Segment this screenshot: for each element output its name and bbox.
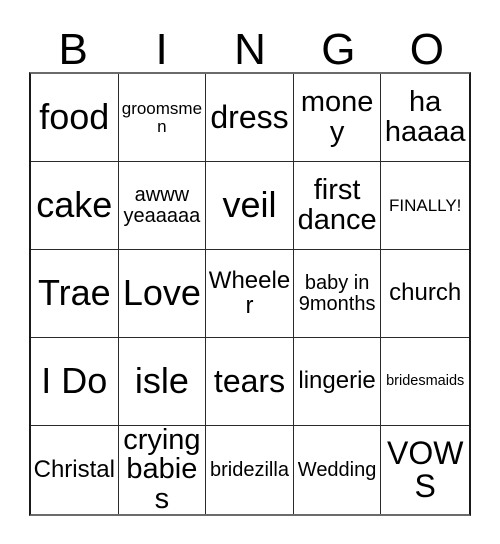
header-letter-o: O [409,25,444,74]
bingo-cell[interactable]: cake [31,162,119,250]
bingo-cell[interactable]: Trae [31,250,119,338]
bingo-cell-label: cake [36,184,113,226]
bingo-cell-label: veil [222,184,277,226]
bingo-cell[interactable]: I Do [31,338,119,426]
bingo-cell[interactable]: isle [118,338,207,426]
bingo-cell-label: bridezilla [210,458,289,481]
bingo-cell-label: Christal [33,455,115,483]
bingo-cell[interactable]: baby in 9months [293,250,382,338]
bingo-cell-label: money [300,85,374,148]
bingo-cell-label: Wheeler [208,267,291,319]
bingo-cell-label: baby in 9months [298,272,376,315]
header-cell-i: I [117,16,205,72]
bingo-cell[interactable]: money [293,74,382,162]
bingo-cell[interactable]: VOWS [381,426,469,514]
bingo-cell-label: first dance [297,173,377,236]
bingo-cell[interactable]: tears [206,338,294,426]
header-letter-b: B [58,25,88,74]
bingo-card: B I N G O food groomsmen dress money ha … [0,0,500,544]
bingo-cell-label: I Do [41,360,108,402]
bingo-cell-label: awww yeaaaaa [123,184,201,227]
header-cell-o: O [383,16,471,72]
header-cell-g: G [294,16,382,72]
header-letter-n: N [234,25,266,74]
bingo-cell-label: VOWS [386,435,464,504]
bingo-cell[interactable]: groomsmen [118,74,207,162]
bingo-cell-label: tears [213,363,286,400]
bingo-cell[interactable]: bridezilla [206,426,294,514]
bingo-cell[interactable]: FINALLY! [381,162,469,250]
bingo-cell-label: bridesmaids [386,373,465,390]
bingo-cell-label: food [39,96,110,138]
bingo-cell-label: church [389,279,462,307]
bingo-cell[interactable]: veil [206,162,294,250]
bingo-grid: food groomsmen dress money ha haaaa cake… [29,72,471,516]
bingo-cell-label: Trae [37,272,111,314]
bingo-cell[interactable]: food [31,74,119,162]
bingo-cell-label: Love [122,272,201,314]
bingo-cell[interactable]: first dance [293,162,382,250]
bingo-cell[interactable]: ha haaaa [381,74,469,162]
bingo-cell[interactable]: awww yeaaaaa [118,162,207,250]
bingo-cell[interactable]: dress [206,74,294,162]
bingo-cell[interactable]: Wheeler [206,250,294,338]
bingo-cell[interactable]: Love [118,250,207,338]
header-cell-b: B [29,16,117,72]
bingo-cell[interactable]: church [381,250,469,338]
header-cell-n: N [206,16,294,72]
bingo-cell-label: ha haaaa [384,85,466,148]
bingo-cell[interactable]: bridesmaids [381,338,469,426]
bingo-cell-label: groomsmen [121,99,203,136]
bingo-cell-label: FINALLY! [388,195,462,215]
bingo-cell-label: dress [210,99,289,136]
bingo-cell[interactable]: Christal [31,426,119,514]
bingo-cell-label: crying babies [123,426,201,514]
bingo-cell[interactable]: Wedding [293,426,382,514]
header-letter-i: I [155,25,168,74]
bingo-cell[interactable]: crying babies [118,426,207,514]
bingo-cell[interactable]: lingerie [293,338,382,426]
bingo-header: B I N G O [29,16,471,72]
bingo-cell-label: isle [134,360,189,402]
bingo-cell-label: Wedding [297,458,377,481]
header-letter-g: G [321,25,356,74]
bingo-cell-label: lingerie [298,367,376,395]
